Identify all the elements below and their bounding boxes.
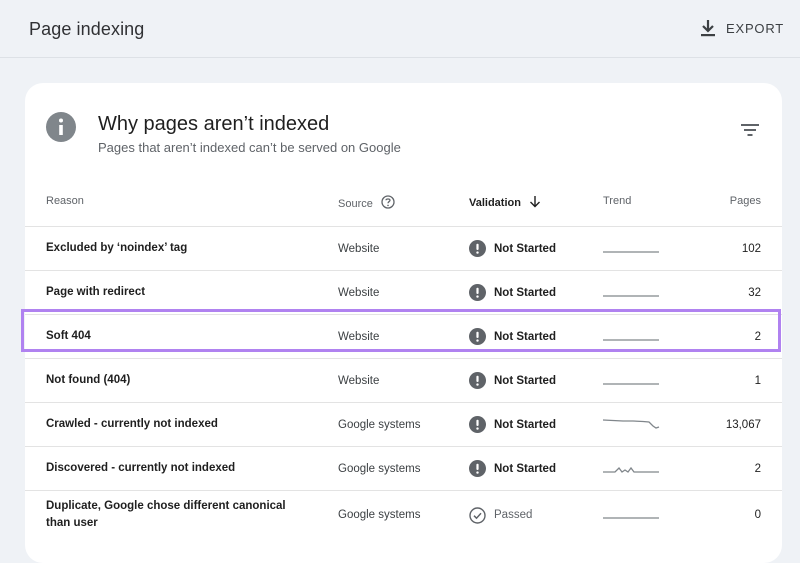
column-header-source: Source	[338, 195, 395, 212]
table-row[interactable]: Not found (404) Website Not Started 1	[25, 358, 782, 402]
row-pages: 32	[748, 286, 761, 299]
exclamation-icon	[469, 328, 486, 345]
row-pages: 1	[754, 374, 761, 387]
row-source: Google systems	[338, 509, 421, 521]
help-icon[interactable]	[373, 195, 395, 212]
row-source: Website	[338, 374, 380, 387]
column-header-reason: Reason	[46, 195, 84, 207]
row-pages: 13,067	[725, 418, 761, 431]
row-validation: Passed	[469, 491, 532, 539]
row-validation: Not Started	[469, 447, 556, 490]
table-row[interactable]: Page with redirect Website Not Started 3…	[25, 270, 782, 314]
row-pages: 2	[754, 330, 761, 343]
trend-sparkline	[603, 271, 661, 314]
top-bar: Page indexing EXPORT	[0, 0, 800, 58]
card-title: Why pages aren’t indexed	[98, 113, 330, 135]
table-row[interactable]: Duplicate, Google chose different canoni…	[25, 490, 782, 539]
trend-sparkline	[603, 491, 661, 539]
row-validation: Not Started	[469, 227, 556, 270]
page-title: Page indexing	[29, 19, 145, 39]
trend-sparkline	[603, 359, 661, 402]
row-pages: 102	[741, 242, 761, 255]
table-row-highlighted[interactable]: Soft 404 Website Not Started 2	[25, 314, 782, 358]
row-validation: Not Started	[469, 271, 556, 314]
row-reason: Not found (404)	[46, 374, 131, 386]
card-subtitle: Pages that aren’t indexed can’t be serve…	[98, 140, 401, 155]
row-reason: Duplicate, Google chose different canoni…	[46, 500, 286, 529]
exclamation-icon	[469, 416, 486, 433]
trend-sparkline	[603, 447, 661, 490]
exclamation-icon	[469, 460, 486, 477]
row-reason: Page with redirect	[46, 286, 146, 298]
reasons-table: Excluded by ‘noindex’ tag Website Not St…	[25, 226, 782, 539]
row-source: Website	[338, 286, 380, 299]
table-row[interactable]: Excluded by ‘noindex’ tag Website Not St…	[25, 226, 782, 270]
row-reason: Crawled - currently not indexed	[46, 418, 218, 430]
row-pages: 2	[754, 462, 761, 475]
column-header-pages: Pages	[729, 195, 761, 207]
row-reason: Discovered - currently not indexed	[46, 462, 236, 474]
row-reason: Soft 404	[46, 330, 91, 342]
trend-sparkline	[603, 315, 661, 358]
column-header-validation[interactable]: Validation	[469, 195, 541, 211]
table-row[interactable]: Crawled - currently not indexed Google s…	[25, 402, 782, 446]
row-reason: Excluded by ‘noindex’ tag	[46, 242, 188, 254]
trend-sparkline	[603, 227, 661, 270]
row-source: Google systems	[338, 462, 421, 475]
row-source: Website	[338, 242, 380, 255]
row-pages: 0	[754, 509, 761, 521]
trend-sparkline	[603, 403, 661, 446]
table-row[interactable]: Discovered - currently not indexed Googl…	[25, 446, 782, 490]
export-button[interactable]: EXPORT	[700, 16, 784, 40]
download-icon	[700, 19, 716, 37]
exclamation-icon	[469, 372, 486, 389]
row-validation: Not Started	[469, 403, 556, 446]
exclamation-icon	[469, 284, 486, 301]
arrow-down-icon	[521, 195, 541, 211]
check-circle-icon	[469, 506, 486, 524]
info-icon	[46, 112, 76, 147]
column-header-trend: Trend	[603, 195, 632, 207]
export-label: EXPORT	[726, 20, 785, 36]
row-validation: Not Started	[469, 359, 556, 402]
exclamation-icon	[469, 240, 486, 257]
row-validation: Not Started	[469, 315, 556, 358]
row-source: Website	[338, 330, 380, 343]
not-indexed-card: Why pages aren’t indexed Pages that aren…	[25, 83, 782, 563]
filter-icon[interactable]	[741, 123, 759, 142]
row-source: Google systems	[338, 418, 421, 431]
